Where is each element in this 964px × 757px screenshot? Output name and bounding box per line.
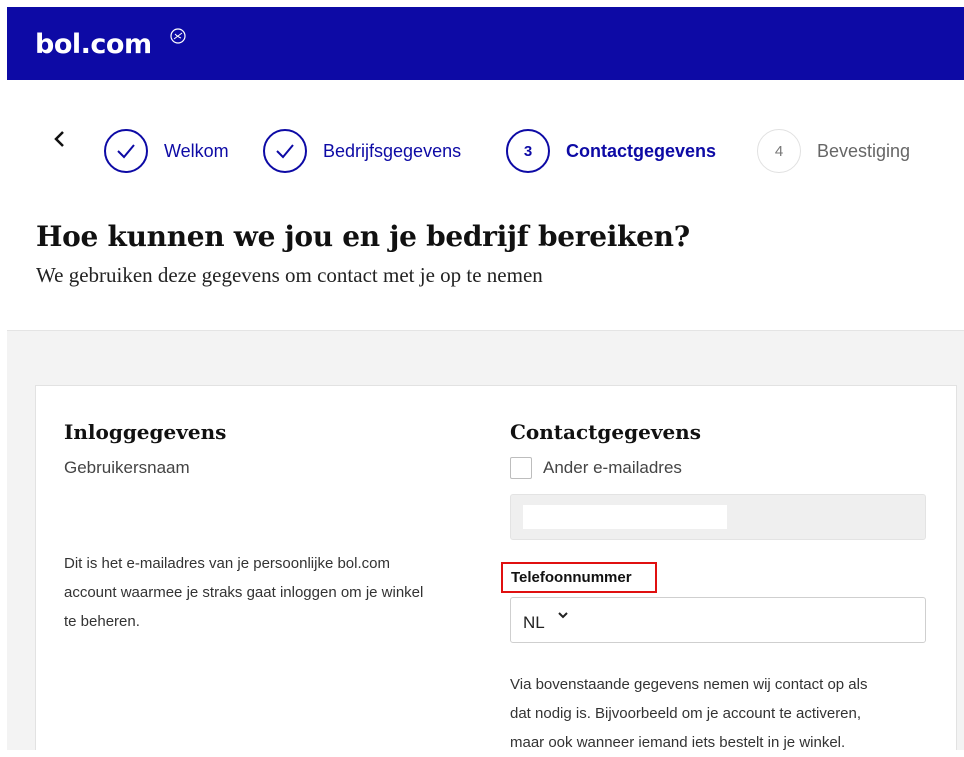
description-line: account waarmee je straks gaat inloggen …	[64, 584, 424, 601]
check-icon	[104, 129, 148, 173]
chevron-down-icon	[558, 612, 568, 619]
info-line: dat nodig is. Bijvoorbeeld om je account…	[510, 705, 862, 722]
other-email-label[interactable]: Ander e-mailadres	[543, 458, 682, 478]
bol-logo[interactable]: bol.com	[35, 29, 152, 60]
step-number: 3	[506, 129, 550, 173]
step-label: Contactgegevens	[566, 140, 717, 161]
check-icon	[263, 129, 307, 173]
contact-heading: Contactgegevens	[510, 420, 701, 444]
email-field[interactable]	[510, 494, 926, 540]
page-title: Hoe kunnen we jou en je bedrijf bereiken…	[36, 220, 690, 253]
phone-label: Telefoonnummer	[501, 562, 657, 593]
step-label: Bedrijfsgegevens	[323, 140, 462, 161]
email-value-redacted	[523, 505, 727, 529]
step-contactgegevens: 3 Contactgegevens	[506, 128, 716, 174]
country-code: NL	[523, 613, 545, 632]
description-line: Dit is het e-mailadres van je persoonlij…	[64, 555, 390, 572]
username-value-redacted	[60, 505, 240, 527]
login-description: Dit is het e-mailadres van je persoonlij…	[64, 549, 484, 636]
step-number: 4	[757, 129, 801, 173]
other-email-checkbox[interactable]	[510, 457, 532, 479]
step-label: Bevestiging	[817, 140, 911, 161]
phone-country-select[interactable]: NL	[510, 597, 926, 643]
step-bedrijfsgegevens[interactable]: Bedrijfsgegevens	[263, 128, 461, 174]
step-label: Welkom	[164, 140, 229, 161]
username-label: Gebruikersnaam	[64, 458, 190, 477]
step-bevestiging: 4 Bevestiging	[757, 128, 910, 174]
top-header: bol.com	[7, 7, 964, 80]
page-subtitle: We gebruiken deze gegevens om contact me…	[36, 263, 543, 287]
info-line: maar ook wanneer iemand iets bestelt in …	[510, 734, 846, 751]
step-welkom[interactable]: Welkom	[104, 128, 229, 174]
logo-badge-icon	[170, 28, 186, 44]
description-line: te beheren.	[64, 613, 140, 630]
contact-info: Via bovenstaande gegevens nemen wij cont…	[510, 670, 940, 757]
login-heading: Inloggegevens	[64, 420, 227, 444]
info-line: Via bovenstaande gegevens nemen wij cont…	[510, 676, 868, 693]
chevron-left-icon[interactable]	[52, 129, 66, 149]
